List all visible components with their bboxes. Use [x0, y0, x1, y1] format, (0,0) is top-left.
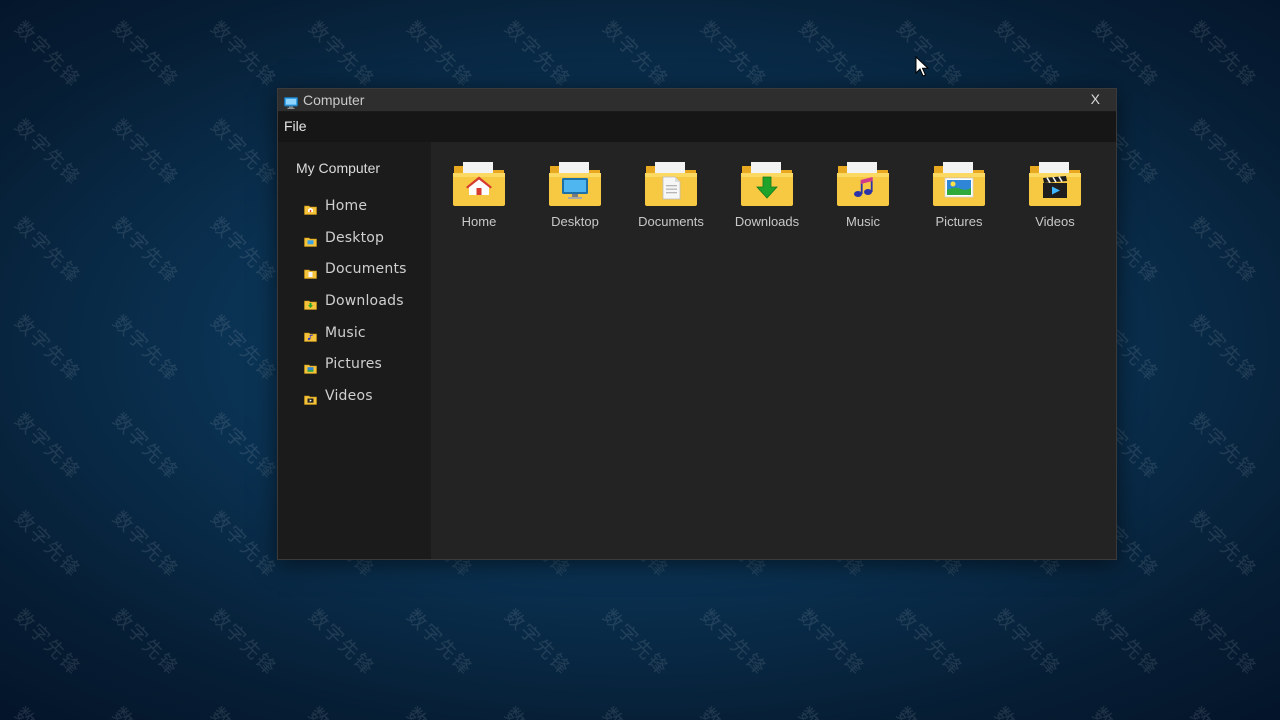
- home-icon: [304, 200, 317, 216]
- music-icon: [304, 327, 317, 342]
- folder-label: Videos: [1035, 214, 1075, 229]
- folder-tile-pictures[interactable]: Pictures: [913, 160, 1005, 229]
- pictures-icon: [304, 359, 317, 374]
- sidebar-item-label: Documents: [325, 261, 407, 278]
- menu-bar: File: [278, 112, 1116, 142]
- file-manager-window: Computer X File My Computer Home Desktop: [277, 88, 1117, 560]
- sidebar-item-label: Music: [325, 324, 366, 341]
- documents-icon: [304, 264, 317, 279]
- computer-icon: [284, 94, 298, 109]
- sidebar-item-documents[interactable]: Documents: [278, 253, 431, 285]
- folder-label: Downloads: [734, 214, 800, 229]
- sidebar-item-label: Desktop: [325, 229, 385, 246]
- sidebar-item-home[interactable]: Home: [278, 190, 431, 222]
- videos-folder-icon: [1029, 162, 1081, 206]
- sidebar-item-label: Videos: [325, 387, 373, 404]
- sidebar-item-music[interactable]: Music: [278, 317, 431, 349]
- folder-label: Home: [461, 214, 497, 229]
- folder-tile-home[interactable]: Home: [433, 160, 525, 229]
- content-area: Home Desktop Documents Downloads Music P…: [431, 142, 1116, 559]
- music-folder-icon: [837, 162, 889, 206]
- folder-tile-documents[interactable]: Documents: [625, 160, 717, 229]
- folder-tile-downloads[interactable]: Downloads: [721, 160, 813, 229]
- downloads-folder-icon: [741, 162, 793, 206]
- window-titlebar[interactable]: Computer X: [278, 89, 1116, 112]
- folder-label: Documents: [638, 214, 704, 229]
- window-title: Computer: [303, 92, 365, 108]
- close-button[interactable]: X: [1091, 91, 1100, 107]
- sidebar-item-label: Home: [325, 197, 368, 214]
- desktop-icon: [304, 232, 317, 247]
- sidebar-item-pictures[interactable]: Pictures: [278, 348, 431, 380]
- folder-tile-desktop[interactable]: Desktop: [529, 160, 621, 229]
- desktop-folder-icon: [549, 162, 601, 206]
- home-folder-icon: [453, 162, 505, 206]
- sidebar-heading: My Computer: [296, 160, 381, 176]
- mouse-cursor-icon: [915, 56, 929, 77]
- folder-tile-music[interactable]: Music: [817, 160, 909, 229]
- videos-icon: [304, 390, 317, 406]
- folder-tile-videos[interactable]: Videos: [1009, 160, 1101, 229]
- pictures-folder-icon: [933, 162, 985, 206]
- sidebar-list: Home Desktop Documents Downloads Music P…: [278, 190, 431, 412]
- sidebar-item-desktop[interactable]: Desktop: [278, 222, 431, 254]
- sidebar-item-label: Pictures: [325, 356, 383, 373]
- documents-folder-icon: [645, 162, 697, 206]
- folder-label: Music: [846, 214, 880, 229]
- folder-label: Pictures: [935, 214, 983, 229]
- sidebar: My Computer Home Desktop Documents Downl…: [278, 142, 431, 559]
- menu-item-file[interactable]: File: [284, 118, 307, 134]
- sidebar-item-label: Downloads: [325, 292, 404, 309]
- sidebar-item-downloads[interactable]: Downloads: [278, 285, 431, 317]
- sidebar-item-videos[interactable]: Videos: [278, 380, 431, 412]
- downloads-icon: [304, 295, 317, 311]
- folder-label: Desktop: [551, 214, 599, 229]
